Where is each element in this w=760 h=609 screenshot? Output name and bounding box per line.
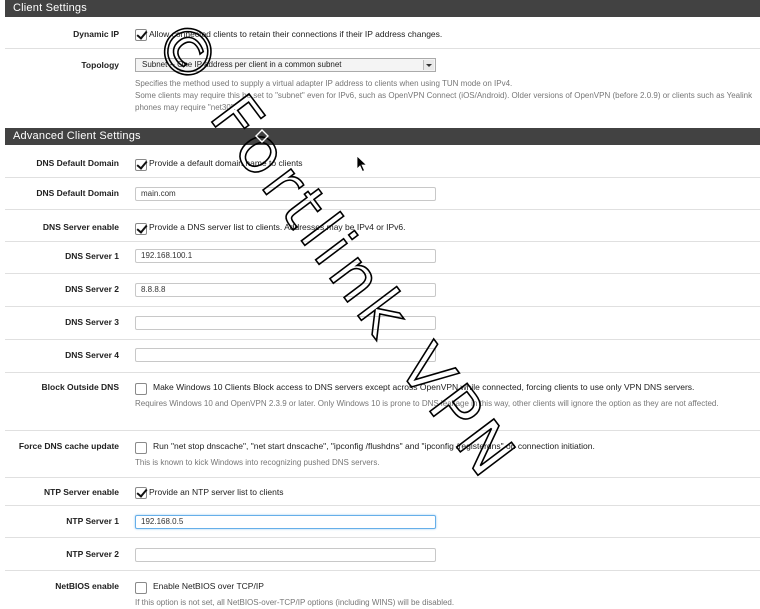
topology-help-1: Specifies the method used to supply a vi… bbox=[135, 79, 513, 88]
block-outside-dns-row: Block Outside DNS Make Windows 10 Client… bbox=[5, 372, 760, 430]
ntp-server-enable-checkbox[interactable] bbox=[135, 487, 147, 499]
ntp-server-enable-label: NTP Server enable bbox=[44, 487, 119, 497]
force-dns-cache-update-label: Force DNS cache update bbox=[18, 441, 119, 451]
force-dns-cache-update-help: This is known to kick Windows into recog… bbox=[135, 458, 380, 467]
ntp-server-2-input[interactable] bbox=[135, 548, 436, 562]
dns-server-1-input[interactable]: 192.168.100.1 bbox=[135, 249, 436, 263]
topology-label: Topology bbox=[81, 60, 119, 70]
block-outside-dns-text: Make Windows 10 Clients Block access to … bbox=[153, 382, 695, 392]
dns-server-3-label: DNS Server 3 bbox=[65, 317, 119, 327]
dns-server-3-row: DNS Server 3 bbox=[5, 306, 760, 339]
chevron-down-icon bbox=[423, 60, 434, 70]
dns-default-domain-enable-label: DNS Default Domain bbox=[36, 158, 119, 168]
dns-server-4-label: DNS Server 4 bbox=[65, 350, 119, 360]
topology-help-2: Some clients may require this be set to … bbox=[135, 91, 753, 112]
ntp-server-enable-row: NTP Server enable Provide an NTP server … bbox=[5, 477, 760, 505]
mouse-cursor-icon bbox=[356, 155, 368, 173]
dns-server-4-row: DNS Server 4 bbox=[5, 339, 760, 372]
topology-row: Topology Subnet -- One IP address per cl… bbox=[5, 48, 760, 122]
ntp-server-enable-text: Provide an NTP server list to clients bbox=[149, 487, 284, 497]
dynamic-ip-text: Allow connected clients to retain their … bbox=[149, 29, 443, 39]
ntp-server-1-input[interactable]: 192.168.0.5 bbox=[135, 515, 436, 529]
block-outside-dns-help: Requires Windows 10 and OpenVPN 2.3.9 or… bbox=[135, 399, 719, 408]
ntp-server-2-row: NTP Server 2 bbox=[5, 537, 760, 570]
dns-default-domain-label: DNS Default Domain bbox=[36, 188, 119, 198]
force-dns-cache-update-row: Force DNS cache update Run "net stop dns… bbox=[5, 430, 760, 477]
dynamic-ip-row: Dynamic IP Allow connected clients to re… bbox=[5, 17, 760, 48]
dns-default-domain-enable-row: DNS Default Domain Provide a default dom… bbox=[5, 145, 760, 177]
dns-server-1-label: DNS Server 1 bbox=[65, 251, 119, 261]
client-settings-header: Client Settings bbox=[5, 0, 760, 17]
netbios-enable-help: If this option is not set, all NetBIOS-o… bbox=[135, 598, 455, 607]
ntp-server-1-row: NTP Server 1 192.168.0.5 bbox=[5, 505, 760, 537]
force-dns-cache-update-text: Run "net stop dnscache", "net start dnsc… bbox=[153, 441, 595, 451]
netbios-enable-label: NetBIOS enable bbox=[55, 581, 119, 591]
dns-server-enable-row: DNS Server enable Provide a DNS server l… bbox=[5, 209, 760, 241]
dns-server-enable-text: Provide a DNS server list to clients. Ad… bbox=[149, 222, 406, 232]
netbios-enable-text: Enable NetBIOS over TCP/IP bbox=[153, 581, 264, 591]
dns-default-domain-row: DNS Default Domain main.com bbox=[5, 177, 760, 209]
dns-server-3-input[interactable] bbox=[135, 316, 436, 330]
dns-default-domain-enable-text: Provide a default domain name to clients bbox=[149, 158, 303, 168]
dns-default-domain-input[interactable]: main.com bbox=[135, 187, 436, 201]
netbios-enable-checkbox[interactable] bbox=[135, 582, 147, 594]
dns-server-2-row: DNS Server 2 8.8.8.8 bbox=[5, 273, 760, 306]
topology-selected-value: Subnet -- One IP address per client in a… bbox=[142, 60, 342, 69]
dns-server-enable-label: DNS Server enable bbox=[42, 222, 119, 232]
dns-server-enable-checkbox[interactable] bbox=[135, 223, 147, 235]
ntp-server-1-label: NTP Server 1 bbox=[66, 516, 119, 526]
dynamic-ip-label: Dynamic IP bbox=[73, 29, 119, 39]
force-dns-cache-update-checkbox[interactable] bbox=[135, 442, 147, 454]
advanced-client-settings-header: Advanced Client Settings bbox=[5, 128, 760, 145]
dns-server-2-input[interactable]: 8.8.8.8 bbox=[135, 283, 436, 297]
block-outside-dns-label: Block Outside DNS bbox=[41, 382, 119, 392]
ntp-server-2-label: NTP Server 2 bbox=[66, 549, 119, 559]
topology-select[interactable]: Subnet -- One IP address per client in a… bbox=[135, 58, 436, 72]
dns-server-2-label: DNS Server 2 bbox=[65, 284, 119, 294]
dynamic-ip-checkbox[interactable] bbox=[135, 29, 147, 41]
dns-server-1-row: DNS Server 1 192.168.100.1 bbox=[5, 241, 760, 273]
netbios-enable-row: NetBIOS enable Enable NetBIOS over TCP/I… bbox=[5, 570, 760, 609]
dns-server-4-input[interactable] bbox=[135, 348, 436, 362]
dns-default-domain-enable-checkbox[interactable] bbox=[135, 159, 147, 171]
block-outside-dns-checkbox[interactable] bbox=[135, 383, 147, 395]
